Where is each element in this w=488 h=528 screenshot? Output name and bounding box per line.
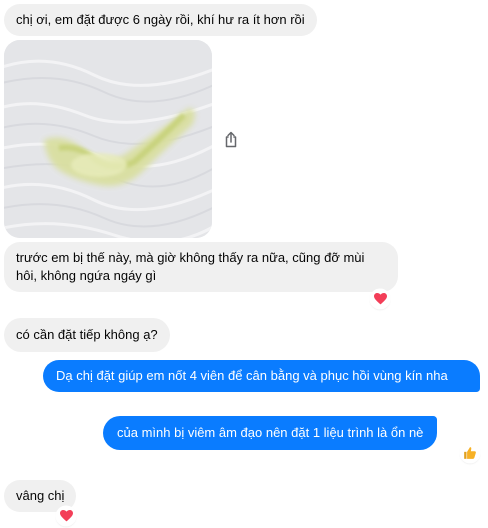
heart-icon <box>373 293 387 305</box>
photo-attachment[interactable] <box>4 40 212 238</box>
message-text: có cần đặt tiếp không ạ? <box>16 327 158 342</box>
outgoing-message[interactable]: Dạ chị đặt giúp em nốt 4 viên để cân bằn… <box>43 360 480 392</box>
incoming-message[interactable]: có cần đặt tiếp không ạ? <box>4 318 170 352</box>
photo-image <box>4 40 212 238</box>
heart-icon <box>59 510 73 522</box>
like-reaction[interactable] <box>461 444 479 462</box>
incoming-message[interactable]: trước em bị thế này, mà giờ không thấy r… <box>4 242 398 292</box>
message-text: chị ơi, em đặt được 6 ngày rồi, khí hư r… <box>16 12 305 27</box>
thumbs-up-icon <box>464 447 476 459</box>
heart-reaction[interactable] <box>57 507 75 525</box>
share-icon[interactable] <box>222 131 240 149</box>
heart-reaction[interactable] <box>371 290 389 308</box>
message-text: Dạ chị đặt giúp em nốt 4 viên để cân bằn… <box>56 368 448 383</box>
outgoing-message[interactable]: của mình bị viêm âm đạo nên đặt 1 liệu t… <box>103 416 438 450</box>
message-text: trước em bị thế này, mà giờ không thấy r… <box>16 250 365 283</box>
message-text: vâng chị <box>16 488 65 503</box>
incoming-message[interactable]: chị ơi, em đặt được 6 ngày rồi, khí hư r… <box>4 4 317 36</box>
message-text: của mình bị viêm âm đạo nên đặt 1 liệu t… <box>117 425 424 440</box>
